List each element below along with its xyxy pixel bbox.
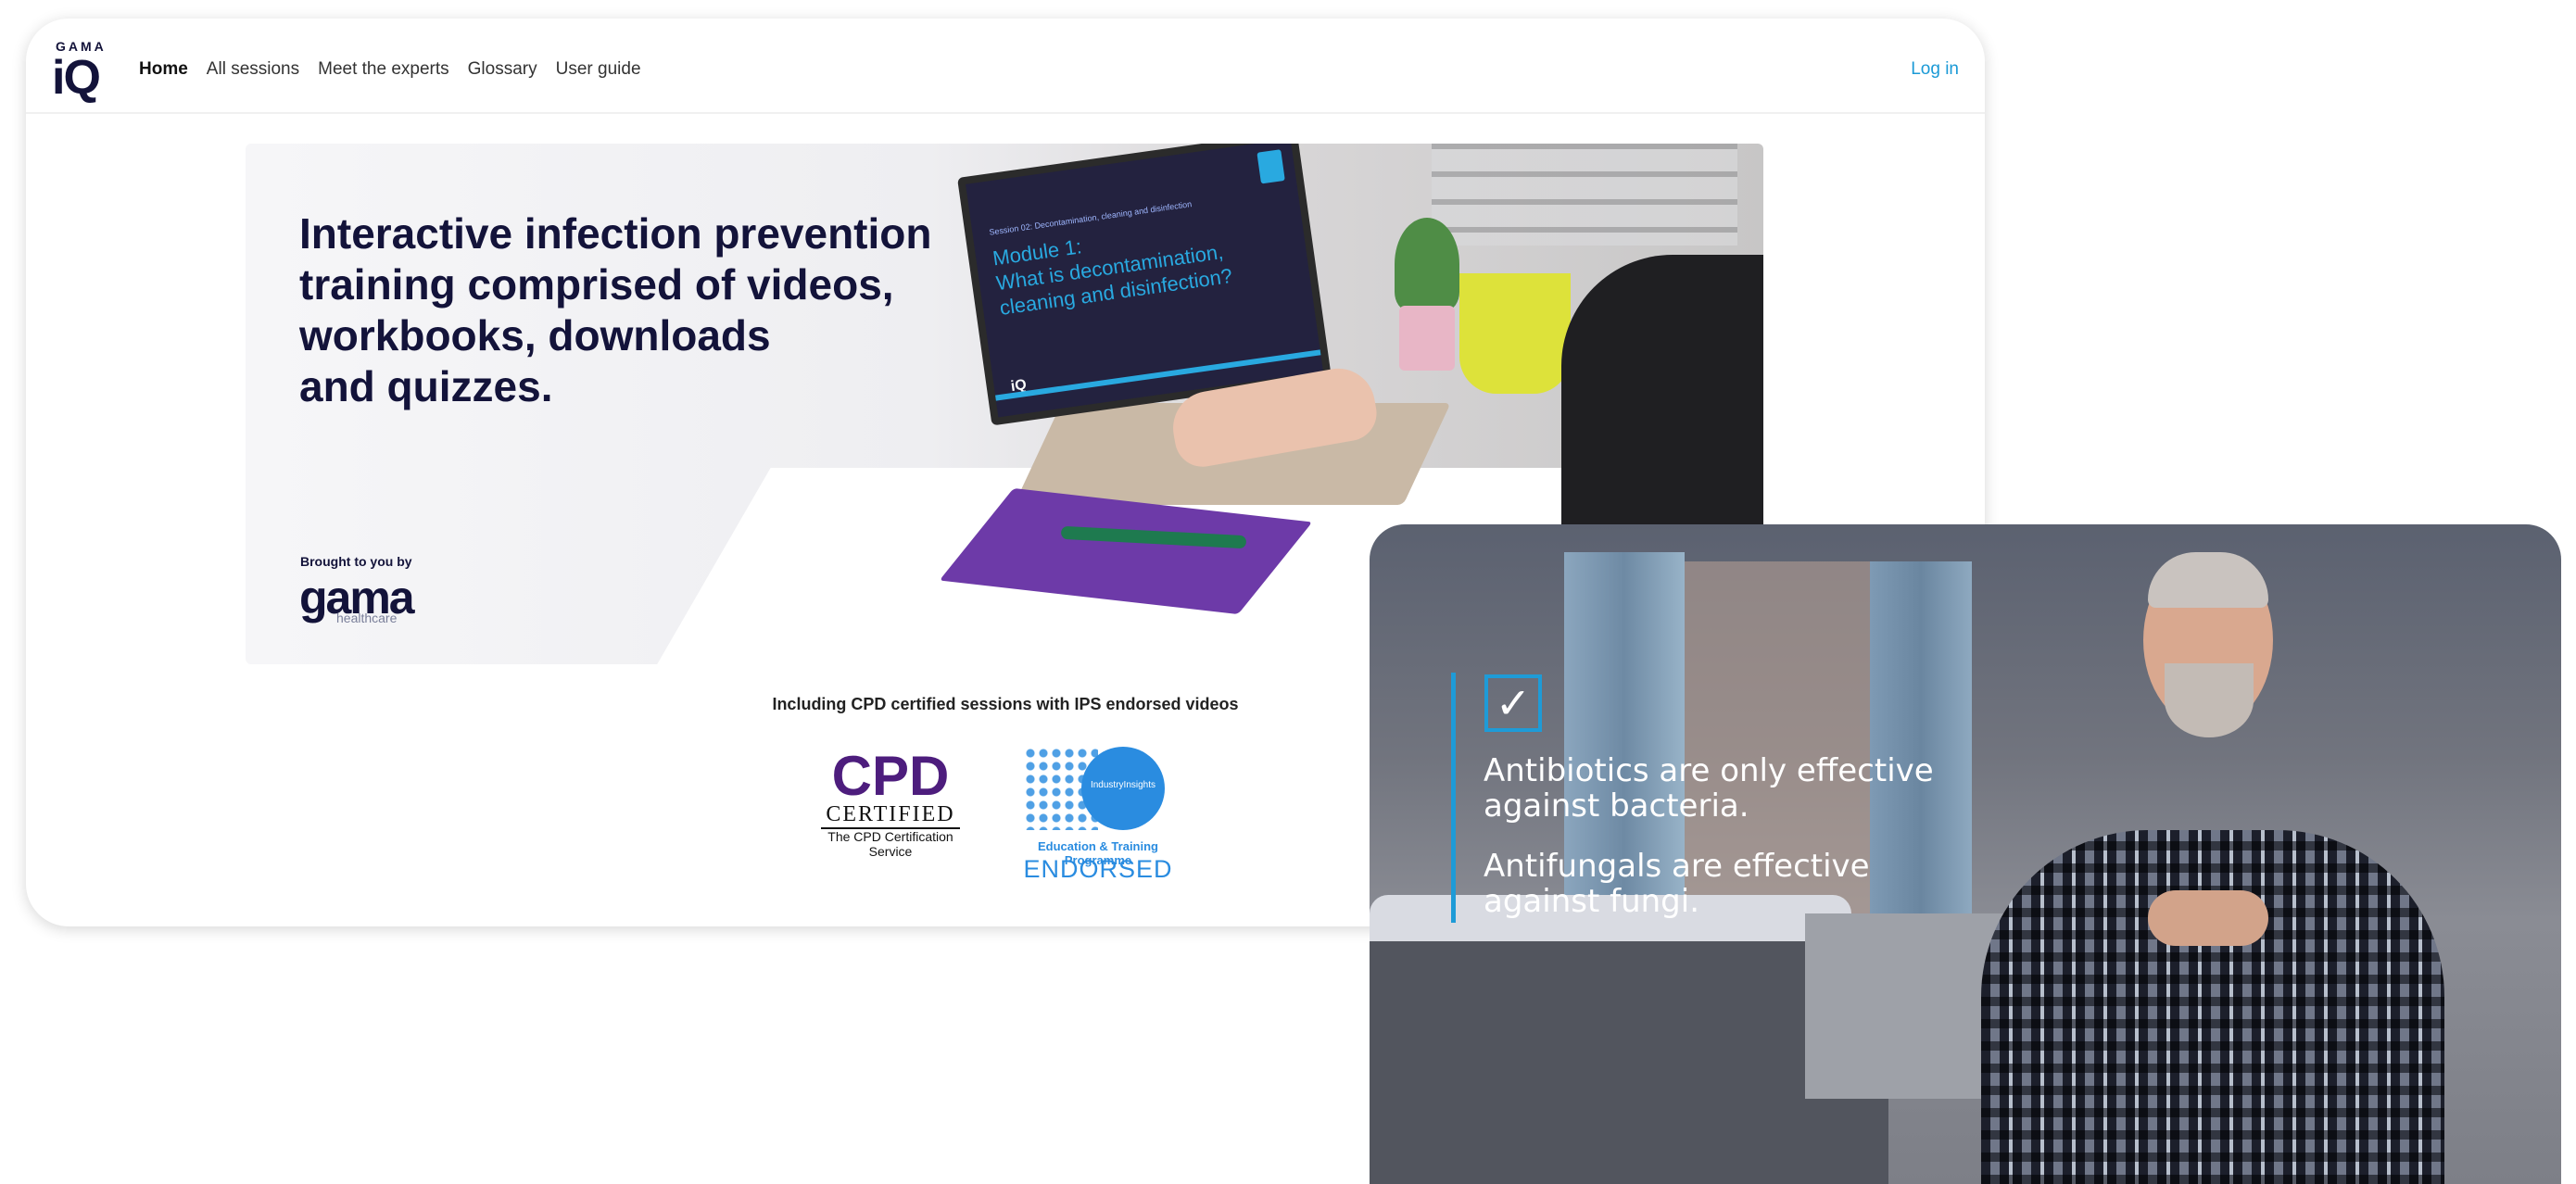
video-player[interactable]: ✓ Antibiotics are only effective against… [1370, 524, 2561, 1184]
presenter-hair [2148, 552, 2268, 608]
nav-user-guide[interactable]: User guide [556, 59, 641, 80]
brought-by-text: Brought to you by [300, 554, 412, 569]
cpd-logo-certified: CERTIFIED [821, 802, 960, 829]
top-navigation-bar: GAMA iQ Home All sessions Meet the exper… [26, 19, 1985, 114]
cpd-logo-big: CPD [831, 745, 950, 807]
gama-iq-logo[interactable]: GAMA iQ [52, 39, 107, 105]
presenter-hands [2148, 890, 2268, 946]
ips-endorsed-logo: IndustryInsights Education & Training Pr… [1005, 747, 1191, 895]
caption-accent-line [1451, 673, 1456, 923]
bed-rail [1805, 913, 2009, 1099]
hero-title: Interactive infection prevention trainin… [299, 209, 932, 410]
plant-illustration [1395, 218, 1459, 310]
paper-trays-illustration [1432, 144, 1737, 246]
presenter-shirt [1981, 830, 2444, 1184]
ips-circle-icon: IndustryInsights [1081, 747, 1165, 830]
nav-meet-the-experts[interactable]: Meet the experts [318, 59, 449, 80]
presenter-beard [2165, 663, 2254, 737]
gama-logo-sub: healthcare [336, 611, 398, 625]
plant-pot-illustration [1399, 306, 1455, 371]
cpd-certified-logo: CPD CERTIFIED The CPD Certification Serv… [821, 745, 960, 889]
caption-line-2: Antifungals are effective against fungi. [1484, 848, 1870, 920]
nav-glossary[interactable]: Glossary [468, 59, 537, 80]
checkbox-icon: ✓ [1484, 674, 1542, 732]
ips-endorsed-text: ENDORSED [1023, 855, 1173, 883]
logo-big-text: iQ [52, 51, 101, 105]
main-nav: Home All sessions Meet the experts Gloss… [139, 59, 641, 80]
caption-line-1: Antibiotics are only effective against b… [1484, 752, 1934, 825]
nav-all-sessions[interactable]: All sessions [207, 59, 299, 80]
cpd-logo-service: The CPD Certification Service [827, 829, 953, 859]
nav-home[interactable]: Home [139, 59, 188, 80]
gama-healthcare-logo: gama healthcare [299, 572, 420, 625]
mug-illustration [1459, 273, 1571, 394]
screen-badge-icon [1256, 149, 1285, 184]
login-link[interactable]: Log in [1911, 59, 1959, 80]
